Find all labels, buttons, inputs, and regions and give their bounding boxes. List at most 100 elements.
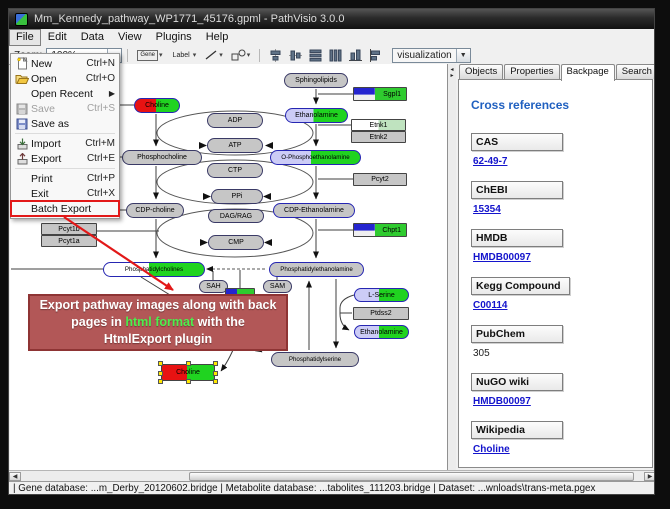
file-menu-item-label: New [31,58,86,70]
align-left-button[interactable] [369,49,382,62]
align-bottom-button[interactable] [349,49,362,62]
distribute-horizontal-icon [329,49,342,62]
menubar-item-plugins[interactable]: Plugins [149,29,199,46]
file-menu-item-export[interactable]: ExportCtrl+E [11,151,119,166]
node-chpt1[interactable]: Chpt1 [353,223,407,237]
tab-backpage[interactable]: Backpage [561,64,615,81]
node-l-serine[interactable]: L-Serine [354,288,409,302]
crossref-section-pubchem: PubChem305 [471,324,652,359]
visualization-combobox[interactable]: visualization ▼ [392,48,470,63]
save-icon [13,103,31,115]
crossref-value-15354[interactable]: 15354 [473,204,652,215]
node-cmp[interactable]: CMP [208,235,264,250]
chevron-down-icon[interactable]: ▼ [456,49,470,62]
selection-handle[interactable] [213,379,218,384]
file-menu-item-label: Save as [31,118,115,130]
file-menu-item-exit[interactable]: ExitCtrl+X [11,186,119,201]
align-center-vertical-button[interactable] [289,49,302,62]
selection-handle[interactable] [158,361,163,366]
node-cdp-choline[interactable]: CDP-choline [126,203,184,218]
node-choline[interactable]: Choline [134,98,180,113]
node-pcyt2[interactable]: Pcyt2 [353,173,407,186]
tab-objects[interactable]: Objects [459,64,503,79]
side-panel: ObjectsPropertiesBackpageSearchLegend Cr… [456,64,655,470]
shape-tool-button[interactable]: ▾ [228,47,254,64]
menubar-item-edit[interactable]: Edit [41,29,74,46]
node-phosphatidylethanolamine[interactable]: Phosphatidylethanolamine [269,262,364,277]
gene-tool-button[interactable]: Gene▾ [134,47,165,64]
file-menu-item-open-recent[interactable]: Open Recent▶ [11,86,119,101]
node-phosphatidylserine[interactable]: Phosphatidylserine [271,352,359,367]
scroll-right-icon[interactable]: ▶ [644,472,655,481]
chevron-down-icon[interactable]: ▾ [193,51,197,59]
crossref-value-hmdb00097[interactable]: HMDB00097 [473,252,652,263]
node-phosphatidylcholines[interactable]: Phosphatidylcholines [103,262,205,277]
line-tool-button[interactable]: ▾ [201,47,226,64]
node-sah[interactable]: SAH [199,280,228,293]
node-phosphocholine[interactable]: Phosphocholine [122,150,202,165]
node-etnk1[interactable]: Etnk1 [351,119,406,131]
node-o-phosphoethanolamine[interactable]: O-Phosphoethanolamine [270,150,361,165]
chevron-down-icon[interactable]: ▾ [219,51,223,59]
menubar-item-data[interactable]: Data [74,29,111,46]
file-menu-item-new[interactable]: NewCtrl+N [11,56,119,71]
horizontal-scrollbar[interactable]: ◀ ▶ [9,470,655,481]
menubar-item-file[interactable]: File [9,29,41,46]
node-label: Pcyt1a [58,238,79,245]
chevron-down-icon[interactable]: ▾ [159,51,163,59]
node-ptdss2[interactable]: Ptdss2 [353,307,409,320]
panel-splitter[interactable]: ◂ ▸ [448,64,456,470]
menubar-item-view[interactable]: View [111,29,149,46]
selection-handle[interactable] [186,361,191,366]
node-sam[interactable]: SAM [263,280,292,293]
selection-handle[interactable] [213,361,218,366]
selection-handle[interactable] [158,379,163,384]
node-adp[interactable]: ADP [207,113,263,128]
splitter-collapse-right-icon[interactable]: ▸ [450,73,453,79]
crossref-value-62-49-7[interactable]: 62-49-7 [473,156,652,167]
import-icon [13,138,31,150]
file-menu-item-print[interactable]: PrintCtrl+P [11,171,119,186]
node-pcyt1b[interactable]: Pcyt1b [41,223,97,235]
file-menu-item-label: Exit [31,188,87,200]
node-pcyt1a[interactable]: Pcyt1a [41,235,97,247]
node-sgpl1[interactable]: Sgpl1 [353,87,407,101]
distribute-vertical-button[interactable] [309,49,322,62]
node-ctp[interactable]: CTP [207,163,263,178]
node-ppi[interactable]: PPi [211,189,263,204]
shortcut-label: Ctrl+O [86,73,115,84]
selection-handle[interactable] [158,371,163,376]
selection-handle[interactable] [213,371,218,376]
node-atp[interactable]: ATP [207,138,263,153]
chevron-down-icon[interactable]: ▾ [247,51,251,59]
crossref-title: NuGO wiki [471,373,563,391]
file-menu-item-label: Print [31,173,87,185]
node-ethanolamine[interactable]: Ethanolamine [354,325,409,339]
node-dag-rag[interactable]: DAG/RAG [208,209,264,223]
file-menu-item-open[interactable]: OpenCtrl+O [11,71,119,86]
node-ethanolamine[interactable]: Ethanolamine [285,108,348,123]
node-label: PPi [232,193,243,200]
menubar-item-help[interactable]: Help [199,29,236,46]
file-menu-item-save-as[interactable]: Save as [11,116,119,131]
label-tool-button[interactable]: Label▾ [168,47,200,64]
node-label: CDP-choline [135,207,174,214]
scrollbar-thumb[interactable] [189,472,634,481]
crossref-value-choline[interactable]: Choline [473,444,652,455]
file-menu-item-import[interactable]: ImportCtrl+M [11,136,119,151]
selection-handle[interactable] [186,379,191,384]
scroll-left-icon[interactable]: ◀ [9,472,21,481]
node-label: Ptdss2 [370,310,391,317]
node-etnk2[interactable]: Etnk2 [351,131,406,143]
file-menu-item-batch-export[interactable]: Batch Export [11,201,119,216]
cross-references-sections: CAS62-49-7ChEBI15354HMDBHMDB00097Kegg Co… [471,132,652,455]
crossref-value-c00114[interactable]: C00114 [473,300,652,311]
node-cdp-ethanolamine[interactable]: CDP-Ethanolamine [273,203,355,218]
node-sphingolipids[interactable]: Sphingolipids [284,73,348,88]
crossref-value-hmdb00097[interactable]: HMDB00097 [473,396,652,407]
tab-properties[interactable]: Properties [504,64,559,79]
align-center-horizontal-button[interactable] [269,49,282,62]
tab-search[interactable]: Search [616,64,655,79]
annotation-highlight: html format [125,315,194,329]
distribute-horizontal-button[interactable] [329,49,342,62]
